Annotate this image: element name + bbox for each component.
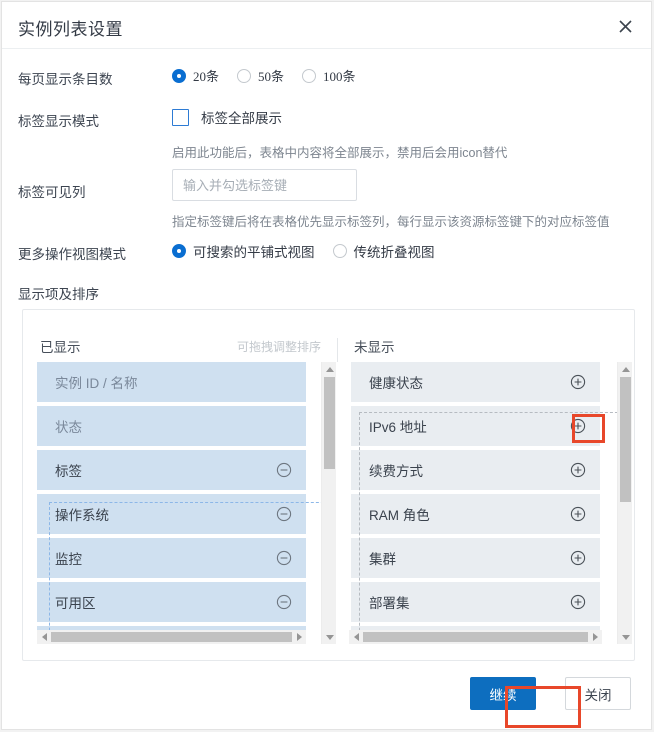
page-size-radio-group: 20条 50条 100条 <box>172 66 374 85</box>
list-item-label: 实例 ID / 名称 <box>55 376 138 391</box>
list-item-label: IPv6 地址 <box>369 420 427 435</box>
list-item-label: RAM 角色 <box>369 508 430 523</box>
page-title: 实例列表设置 <box>18 20 123 39</box>
continue-button[interactable]: 继续 <box>470 677 536 710</box>
plus-circle-icon[interactable] <box>570 374 586 390</box>
radio-indicator <box>302 68 317 83</box>
plus-circle-icon[interactable] <box>570 506 586 522</box>
radio-indicator <box>332 244 347 258</box>
radio-classic-collapsed-view[interactable]: 传统折叠视图 <box>332 241 435 261</box>
list-item-label: 部署集 <box>369 596 410 611</box>
instance-list-settings-dialog: 实例列表设置 每页显示条目数 20条 50条 100条 标签显示模式 标签全部展… <box>1 1 652 730</box>
list-item-label: 标签 <box>55 464 82 479</box>
display-sort-section-title: 显示项及排序 <box>18 287 99 302</box>
plus-circle-icon[interactable] <box>570 550 586 566</box>
scroll-down-icon[interactable] <box>322 630 337 644</box>
shown-list[interactable]: 实例 ID / 名称 状态 标签 操作系统 监控 可用区 <box>37 362 306 630</box>
shown-hscrollbar[interactable] <box>37 630 306 644</box>
shown-list-wrap: 实例 ID / 名称 状态 标签 操作系统 监控 可用区 <box>37 362 321 644</box>
plus-circle-icon[interactable] <box>570 418 586 434</box>
dialog-header: 实例列表设置 <box>2 2 651 49</box>
drag-sort-hint: 可拖拽调整排序 <box>236 340 321 354</box>
radio-label: 传统折叠视图 <box>353 245 435 260</box>
hidden-column: 未显示 健康状态 IPv6 地址 续费方式 RAM 角色 集群 部署集 <box>337 310 634 660</box>
radio-label: 50条 <box>258 69 285 84</box>
hidden-column-header: 未显示 <box>354 340 395 355</box>
radio-label: 可搜索的平铺式视图 <box>193 245 315 260</box>
hscroll-thumb[interactable] <box>51 632 292 642</box>
scroll-down-icon[interactable] <box>618 630 633 644</box>
scroll-up-icon[interactable] <box>618 362 633 376</box>
tag-display-mode-hint: 启用此功能后，表格中内容将全部展示，禁用后会用icon替代 <box>172 146 508 160</box>
list-item[interactable]: 状态 <box>37 406 306 446</box>
scroll-right-icon[interactable] <box>292 630 306 644</box>
list-item[interactable]: 标签 <box>37 450 306 490</box>
scroll-left-icon[interactable] <box>349 630 363 644</box>
tag-visible-cols-label: 标签可见列 <box>18 185 86 200</box>
radio-label: 100条 <box>323 69 356 84</box>
list-item[interactable]: 操作系统 <box>37 494 306 534</box>
checkbox-box <box>172 108 189 126</box>
close-icon[interactable] <box>613 14 637 38</box>
tag-display-mode-label: 标签显示模式 <box>18 114 99 129</box>
scroll-left-icon[interactable] <box>37 630 51 644</box>
more-ops-view-label: 更多操作视图模式 <box>18 247 126 262</box>
minus-circle-icon[interactable] <box>276 550 292 566</box>
page-size-label: 每页显示条目数 <box>18 72 113 87</box>
list-item-label: 状态 <box>55 420 82 435</box>
hidden-list[interactable]: 健康状态 IPv6 地址 续费方式 RAM 角色 集群 部署集 <box>351 362 600 630</box>
list-item-label: 可用区 <box>55 596 96 611</box>
radio-indicator <box>237 68 252 83</box>
hidden-vscrollbar[interactable] <box>617 362 632 644</box>
list-item[interactable]: RAM 角色 <box>351 494 600 534</box>
tag-display-all-checkbox[interactable]: 标签全部展示 <box>172 107 282 127</box>
radio-label: 20条 <box>193 69 220 84</box>
vscroll-thumb[interactable] <box>324 377 335 469</box>
list-item[interactable]: 实例 ID / 名称 <box>37 362 306 402</box>
radio-indicator <box>172 244 186 258</box>
minus-circle-icon[interactable] <box>276 462 292 478</box>
dialog-footer: 继续 关闭 <box>2 659 651 729</box>
shown-vscrollbar[interactable] <box>321 362 336 644</box>
close-button[interactable]: 关闭 <box>565 677 631 710</box>
hidden-list-wrap: 健康状态 IPv6 地址 续费方式 RAM 角色 集群 部署集 <box>349 362 617 644</box>
list-item-label: 监控 <box>55 552 82 567</box>
minus-circle-icon[interactable] <box>276 594 292 610</box>
list-item-label: 健康状态 <box>369 376 423 391</box>
radio-page-size-20[interactable]: 20条 <box>172 66 219 85</box>
vscroll-thumb[interactable] <box>620 377 631 502</box>
radio-indicator <box>172 68 186 83</box>
radio-tiled-searchable-view[interactable]: 可搜索的平铺式视图 <box>172 241 315 261</box>
list-item-label: 集群 <box>369 552 396 567</box>
column-transfer-panel: 已显示 可拖拽调整排序 实例 ID / 名称 状态 标签 操作系统 监控 可用区… <box>22 309 635 661</box>
list-item[interactable]: 监控 <box>37 538 306 578</box>
hidden-hscrollbar[interactable] <box>349 630 602 644</box>
list-item[interactable]: 部署集 <box>351 582 600 622</box>
radio-page-size-50[interactable]: 50条 <box>237 66 284 85</box>
radio-page-size-100[interactable]: 100条 <box>302 66 356 85</box>
minus-circle-icon[interactable] <box>276 506 292 522</box>
scroll-up-icon[interactable] <box>322 362 337 376</box>
shown-column: 已显示 可拖拽调整排序 实例 ID / 名称 状态 标签 操作系统 监控 可用区 <box>23 310 337 660</box>
hscroll-thumb[interactable] <box>363 632 588 642</box>
list-item-label: 续费方式 <box>369 464 423 479</box>
list-item[interactable]: 健康状态 <box>351 362 600 402</box>
list-item[interactable]: 集群 <box>351 538 600 578</box>
list-item[interactable]: 续费方式 <box>351 450 600 490</box>
shown-column-header: 已显示 <box>40 340 81 355</box>
tag-key-input[interactable] <box>172 169 357 201</box>
list-item[interactable]: IPv6 地址 <box>351 406 600 446</box>
plus-circle-icon[interactable] <box>570 462 586 478</box>
checkbox-label: 标签全部展示 <box>201 111 282 126</box>
tag-visible-cols-hint: 指定标签键后将在表格优先显示标签列，每行显示该资源标签键下的对应标签值 <box>172 215 610 229</box>
scroll-right-icon[interactable] <box>588 630 602 644</box>
plus-circle-icon[interactable] <box>570 594 586 610</box>
list-item[interactable]: 可用区 <box>37 582 306 622</box>
list-item-label: 操作系统 <box>55 508 109 523</box>
more-ops-view-radio-group: 可搜索的平铺式视图 传统折叠视图 <box>172 241 453 261</box>
